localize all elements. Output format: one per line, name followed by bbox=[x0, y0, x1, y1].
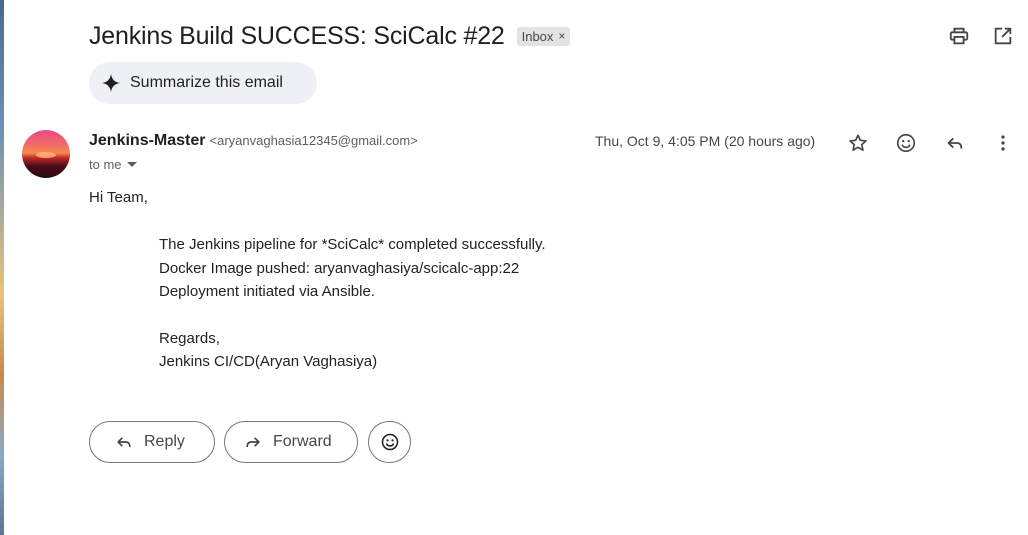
sender-name[interactable]: Jenkins-Master bbox=[89, 132, 206, 150]
chevron-down-icon bbox=[126, 162, 137, 167]
react-emoji-button[interactable] bbox=[368, 421, 411, 463]
summarize-label: Summarize this email bbox=[130, 74, 283, 91]
print-button[interactable] bbox=[947, 24, 971, 48]
reply-icon-button[interactable] bbox=[942, 130, 968, 156]
sender-email: <aryanvaghasia12345@gmail.com> bbox=[209, 133, 418, 148]
body-line-3: Deployment initiated via Ansible. bbox=[159, 283, 375, 300]
reply-icon bbox=[114, 432, 134, 452]
summarize-email-button[interactable]: Summarize this email bbox=[89, 62, 317, 104]
body-line-2: Docker Image pushed: aryanvaghasiya/scic… bbox=[159, 260, 520, 277]
inbox-label-text: Inbox bbox=[521, 28, 554, 44]
email-date: Thu, Oct 9, 4:05 PM (20 hours ago) bbox=[595, 133, 816, 149]
reply-button[interactable]: Reply bbox=[89, 421, 215, 463]
avatar-sunset-glow bbox=[36, 152, 56, 158]
forward-button[interactable]: Forward bbox=[224, 421, 358, 463]
sparkle-icon bbox=[101, 73, 121, 93]
sender-info: Jenkins-Master <aryanvaghasia12345@gmail… bbox=[89, 132, 418, 150]
star-icon bbox=[849, 134, 867, 151]
open-in-new-window-button[interactable] bbox=[991, 24, 1015, 48]
reply-icon bbox=[947, 137, 963, 149]
open-in-new-window-icon bbox=[994, 27, 1012, 45]
body-line-1: The Jenkins pipeline for *SciCalc* compl… bbox=[159, 236, 546, 253]
background-edge bbox=[0, 0, 4, 535]
emoji-icon bbox=[380, 432, 400, 452]
inbox-label-chip[interactable]: Inbox × bbox=[516, 26, 571, 46]
forward-label: Forward bbox=[273, 433, 332, 450]
body-signature: Jenkins CI/CD(Aryan Vaghasiya) bbox=[159, 353, 378, 370]
body-greeting: Hi Team, bbox=[89, 189, 148, 206]
more-options-button[interactable] bbox=[990, 130, 1016, 156]
recipient-details-toggle[interactable]: to me bbox=[89, 157, 137, 172]
subject-row: Jenkins Build SUCCESS: SciCalc #22 Inbox… bbox=[89, 18, 571, 54]
more-vert-icon bbox=[1001, 135, 1005, 151]
remove-label-button[interactable]: × bbox=[558, 29, 565, 43]
forward-icon bbox=[243, 432, 263, 452]
recipient-label: to me bbox=[89, 157, 122, 172]
email-subject: Jenkins Build SUCCESS: SciCalc #22 bbox=[89, 21, 505, 50]
body-closing: Regards, bbox=[159, 330, 220, 347]
reply-label: Reply bbox=[144, 433, 185, 450]
star-button[interactable] bbox=[845, 130, 871, 156]
print-icon bbox=[949, 27, 969, 45]
sender-avatar[interactable] bbox=[22, 130, 70, 178]
add-reaction-button[interactable] bbox=[893, 130, 919, 156]
emoji-icon bbox=[896, 133, 916, 153]
